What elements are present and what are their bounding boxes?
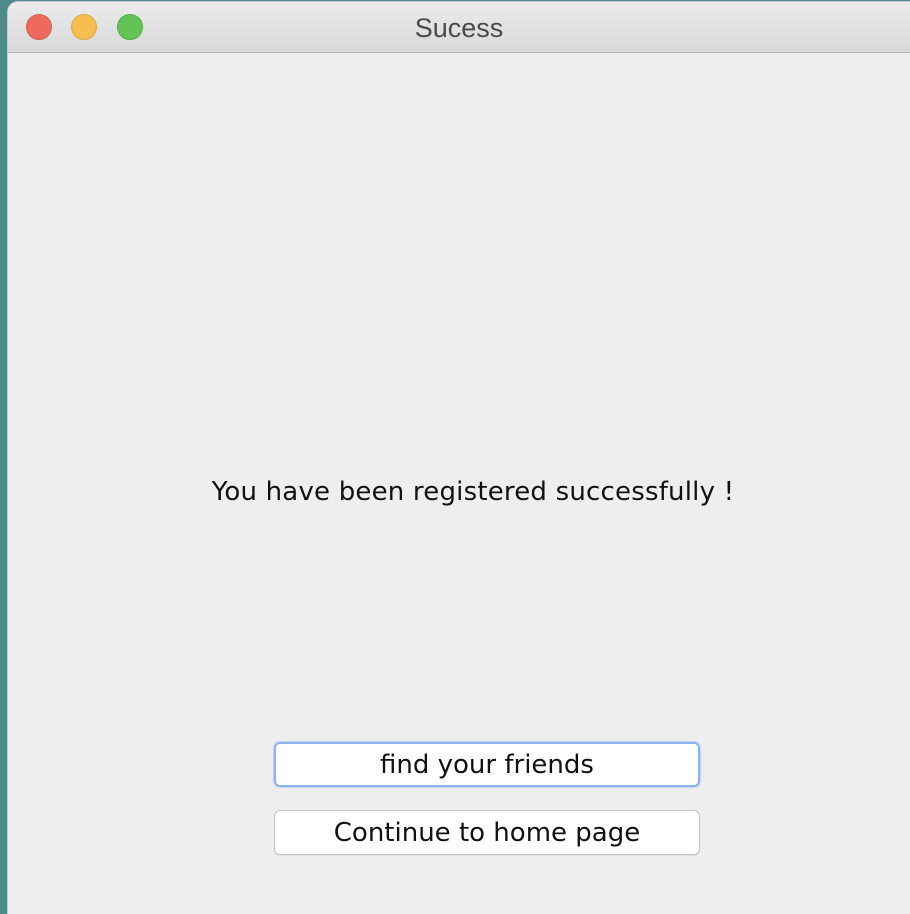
desktop-background: Sucess You have been registered successf… — [0, 0, 910, 914]
find-friends-button[interactable]: find your friends — [274, 742, 700, 787]
success-message: You have been registered successfully ! — [211, 477, 735, 507]
window-titlebar[interactable]: Sucess — [8, 2, 910, 53]
success-window: Sucess You have been registered successf… — [8, 2, 910, 914]
continue-home-button[interactable]: Continue to home page — [274, 810, 700, 855]
window-title: Sucess — [414, 13, 504, 43]
window-content: You have been registered successfully ! … — [8, 53, 910, 914]
